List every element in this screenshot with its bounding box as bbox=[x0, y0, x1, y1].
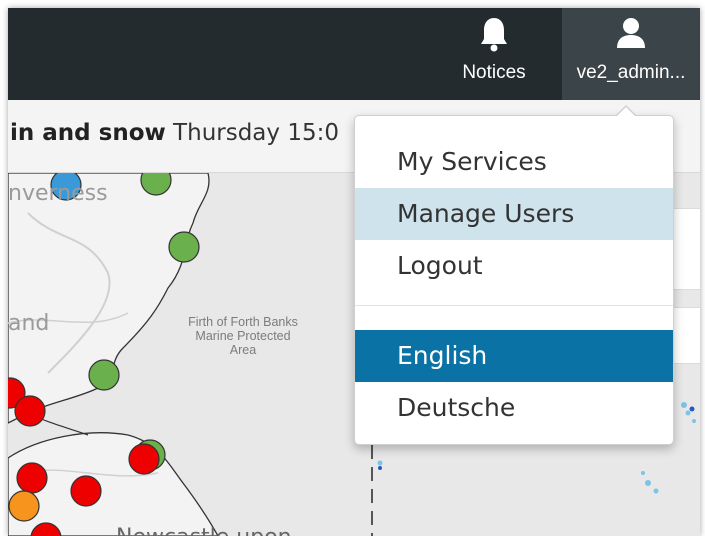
map-label-land: and bbox=[8, 311, 50, 336]
map-marker[interactable] bbox=[128, 443, 160, 475]
menu-divider bbox=[355, 305, 673, 306]
map-label-inverness: nverness bbox=[8, 181, 108, 206]
map-marker[interactable] bbox=[14, 395, 46, 427]
mpa-label-line3: Area bbox=[229, 343, 257, 357]
map-marker[interactable] bbox=[168, 231, 200, 263]
app-window: Notices ve2_admin... in and snow Thursda… bbox=[8, 8, 700, 536]
map-marker[interactable] bbox=[8, 490, 40, 522]
bell-icon bbox=[481, 18, 507, 52]
weather-forecast-text: in and snow Thursday 15:0 bbox=[10, 120, 339, 146]
mpa-label-line2: Marine Protected bbox=[195, 329, 291, 343]
notices-button[interactable]: Notices bbox=[448, 8, 540, 100]
weather-day-time: Thursday 15:0 bbox=[165, 120, 339, 146]
map-marker[interactable] bbox=[16, 462, 48, 494]
language-item-english[interactable]: English bbox=[355, 330, 673, 382]
language-item-deutsche[interactable]: Deutsche bbox=[355, 382, 673, 434]
user-dropdown-menu: My Services Manage Users Logout English … bbox=[354, 105, 674, 445]
menu-item-manage-users[interactable]: Manage Users bbox=[355, 188, 673, 240]
map-side-panel[interactable] bbox=[672, 307, 700, 364]
map-label-mpa: Firth of Forth Banks Marine Protected Ar… bbox=[158, 315, 328, 357]
notices-label: Notices bbox=[462, 62, 526, 83]
weather-condition: in and snow bbox=[10, 120, 166, 146]
map-label-newcastle: Newcastle upon bbox=[116, 525, 292, 536]
map-side-panel[interactable] bbox=[672, 208, 700, 290]
menu-item-logout[interactable]: Logout bbox=[355, 240, 673, 292]
user-icon bbox=[617, 18, 645, 48]
user-menu-button[interactable]: ve2_admin... bbox=[562, 8, 700, 100]
dropdown-caret-inner bbox=[616, 107, 636, 117]
username-label: ve2_admin... bbox=[576, 62, 686, 83]
map-marker[interactable] bbox=[88, 359, 120, 391]
menu-item-my-services[interactable]: My Services bbox=[355, 136, 673, 188]
top-navigation-bar: Notices ve2_admin... bbox=[8, 8, 700, 100]
mpa-label-line1: Firth of Forth Banks bbox=[188, 315, 298, 329]
map-marker[interactable] bbox=[70, 475, 102, 507]
